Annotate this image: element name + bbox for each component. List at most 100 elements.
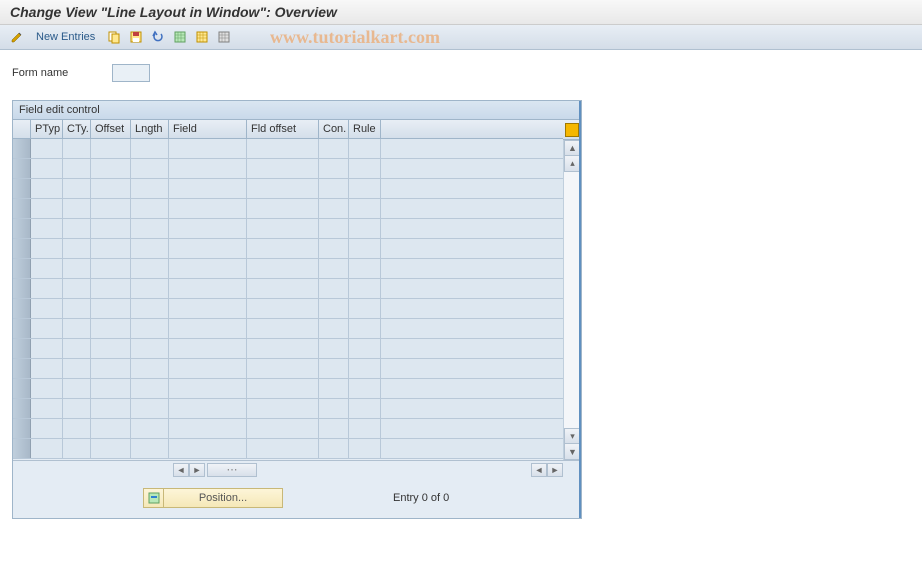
table-row[interactable] — [13, 299, 563, 319]
cell-offset[interactable] — [91, 179, 131, 198]
cell-cty[interactable] — [63, 299, 91, 318]
cell-ptyp[interactable] — [31, 239, 63, 258]
scroll-left-end-icon[interactable]: ◄ — [531, 463, 547, 477]
cell-rule[interactable] — [349, 319, 381, 338]
cell-con[interactable] — [319, 179, 349, 198]
select-all-icon[interactable] — [171, 28, 189, 46]
cell-field[interactable] — [169, 199, 247, 218]
cell-lngth[interactable] — [131, 379, 169, 398]
cell-con[interactable] — [319, 439, 349, 458]
cell-field[interactable] — [169, 339, 247, 358]
cell-con[interactable] — [319, 379, 349, 398]
save-icon[interactable] — [127, 28, 145, 46]
scroll-thumb[interactable]: ⋯ — [207, 463, 257, 477]
deselect-icon[interactable] — [215, 28, 233, 46]
cell-field[interactable] — [169, 419, 247, 438]
cell-rule[interactable] — [349, 379, 381, 398]
cell-con[interactable] — [319, 299, 349, 318]
cell-ptyp[interactable] — [31, 359, 63, 378]
row-selector[interactable] — [13, 259, 31, 278]
col-ptyp[interactable]: PTyp — [31, 120, 63, 138]
cell-ptyp[interactable] — [31, 299, 63, 318]
cell-cty[interactable] — [63, 339, 91, 358]
cell-ptyp[interactable] — [31, 279, 63, 298]
cell-ptyp[interactable] — [31, 139, 63, 158]
select-block-icon[interactable] — [193, 28, 211, 46]
cell-cty[interactable] — [63, 359, 91, 378]
cell-lngth[interactable] — [131, 199, 169, 218]
table-row[interactable] — [13, 279, 563, 299]
cell-con[interactable] — [319, 339, 349, 358]
copy-icon[interactable] — [105, 28, 123, 46]
cell-ptyp[interactable] — [31, 439, 63, 458]
cell-cty[interactable] — [63, 159, 91, 178]
scroll-right-icon[interactable]: ► — [189, 463, 205, 477]
cell-offset[interactable] — [91, 319, 131, 338]
cell-ptyp[interactable] — [31, 379, 63, 398]
cell-ptyp[interactable] — [31, 199, 63, 218]
cell-offset[interactable] — [91, 159, 131, 178]
cell-con[interactable] — [319, 399, 349, 418]
row-selector[interactable] — [13, 299, 31, 318]
cell-field[interactable] — [169, 259, 247, 278]
cell-offset[interactable] — [91, 259, 131, 278]
row-selector[interactable] — [13, 379, 31, 398]
cell-fld-offset[interactable] — [247, 159, 319, 178]
cell-fld-offset[interactable] — [247, 259, 319, 278]
cell-lngth[interactable] — [131, 419, 169, 438]
cell-field[interactable] — [169, 439, 247, 458]
cell-fld-offset[interactable] — [247, 179, 319, 198]
cell-offset[interactable] — [91, 139, 131, 158]
cell-lngth[interactable] — [131, 299, 169, 318]
cell-cty[interactable] — [63, 439, 91, 458]
cell-field[interactable] — [169, 179, 247, 198]
table-row[interactable] — [13, 319, 563, 339]
cell-fld-offset[interactable] — [247, 139, 319, 158]
cell-lngth[interactable] — [131, 219, 169, 238]
cell-lngth[interactable] — [131, 239, 169, 258]
cell-fld-offset[interactable] — [247, 239, 319, 258]
table-row[interactable] — [13, 259, 563, 279]
table-row[interactable] — [13, 139, 563, 159]
cell-offset[interactable] — [91, 219, 131, 238]
cell-lngth[interactable] — [131, 139, 169, 158]
cell-rule[interactable] — [349, 339, 381, 358]
cell-lngth[interactable] — [131, 259, 169, 278]
cell-con[interactable] — [319, 419, 349, 438]
cell-offset[interactable] — [91, 339, 131, 358]
cell-con[interactable] — [319, 219, 349, 238]
cell-con[interactable] — [319, 199, 349, 218]
cell-cty[interactable] — [63, 199, 91, 218]
cell-fld-offset[interactable] — [247, 319, 319, 338]
cell-field[interactable] — [169, 239, 247, 258]
cell-fld-offset[interactable] — [247, 279, 319, 298]
col-lngth[interactable]: Lngth — [131, 120, 169, 138]
cell-cty[interactable] — [63, 319, 91, 338]
table-row[interactable] — [13, 239, 563, 259]
cell-lngth[interactable] — [131, 339, 169, 358]
cell-fld-offset[interactable] — [247, 399, 319, 418]
cell-fld-offset[interactable] — [247, 219, 319, 238]
table-row[interactable] — [13, 179, 563, 199]
position-button[interactable]: Position... — [143, 488, 283, 508]
cell-rule[interactable] — [349, 159, 381, 178]
cell-fld-offset[interactable] — [247, 379, 319, 398]
col-cty[interactable]: CTy. — [63, 120, 91, 138]
table-row[interactable] — [13, 399, 563, 419]
cell-ptyp[interactable] — [31, 399, 63, 418]
row-selector[interactable] — [13, 319, 31, 338]
cell-lngth[interactable] — [131, 359, 169, 378]
col-selector[interactable] — [13, 120, 31, 138]
cell-lngth[interactable] — [131, 399, 169, 418]
cell-lngth[interactable] — [131, 179, 169, 198]
cell-con[interactable] — [319, 159, 349, 178]
cell-fld-offset[interactable] — [247, 299, 319, 318]
cell-cty[interactable] — [63, 379, 91, 398]
cell-con[interactable] — [319, 139, 349, 158]
cell-lngth[interactable] — [131, 279, 169, 298]
cell-rule[interactable] — [349, 179, 381, 198]
cell-rule[interactable] — [349, 139, 381, 158]
table-row[interactable] — [13, 199, 563, 219]
cell-field[interactable] — [169, 379, 247, 398]
row-selector[interactable] — [13, 399, 31, 418]
